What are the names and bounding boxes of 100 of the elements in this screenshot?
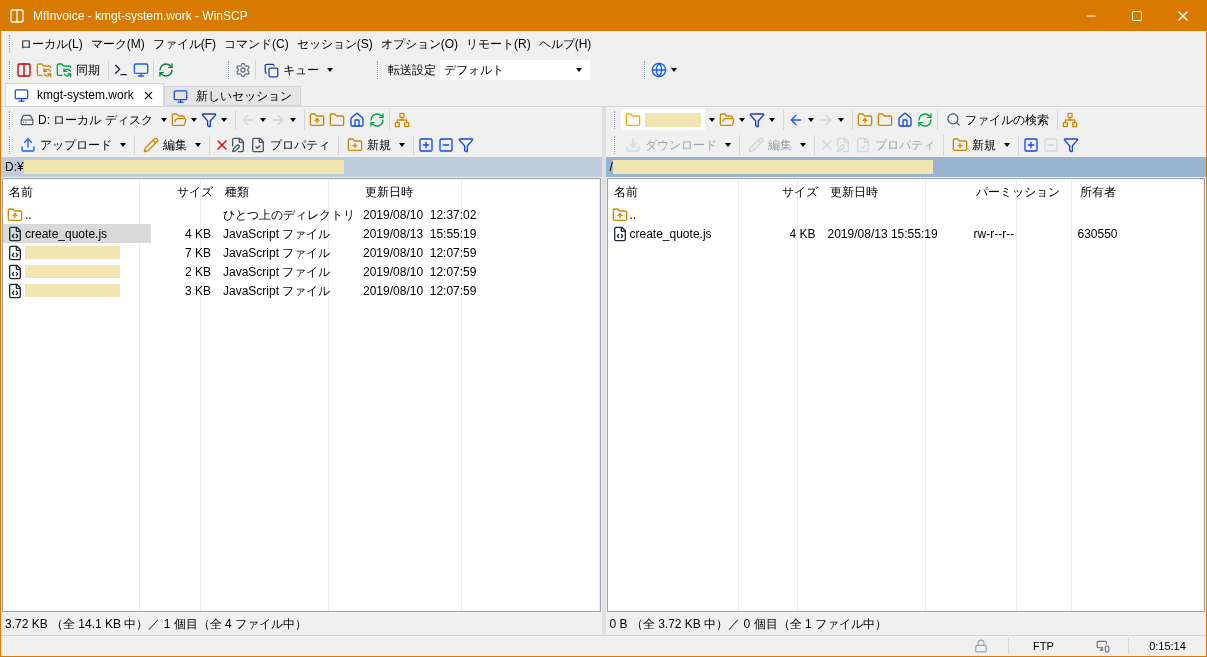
column-header[interactable]: 更新日時	[823, 183, 970, 201]
table-cell: JavaScript ファイル	[223, 283, 331, 298]
table-cell: 4 KB	[789, 226, 816, 241]
lock-icon	[974, 639, 988, 653]
table-cell: JavaScript ファイル	[223, 245, 331, 260]
menu-item[interactable]: コマンド(C)	[220, 35, 293, 53]
table-cell: 3 KB	[185, 283, 211, 298]
file-name: ..	[25, 206, 32, 224]
caret-icon	[190, 117, 197, 122]
refresh-icon[interactable]	[916, 111, 933, 128]
toolbar-button[interactable]: 編集	[139, 135, 191, 154]
folder-plus-icon[interactable]	[951, 136, 968, 153]
table-cell: ひとつ上のディレクトリ	[223, 207, 355, 222]
transfer-settings-dropdown[interactable]: デフォルト	[440, 60, 590, 80]
toolbar-button[interactable]: 新規	[343, 135, 395, 154]
copy-icon[interactable]	[264, 62, 279, 78]
toolbar-button[interactable]: プロパティ	[246, 135, 334, 154]
script-file-icon	[7, 225, 23, 242]
menu-item[interactable]: マーク(M)	[86, 35, 149, 53]
file-name-cell[interactable]: create_quote.js	[3, 224, 151, 243]
parent-folder-icon	[7, 206, 23, 223]
monitor-icon	[14, 87, 29, 103]
menu-item[interactable]: ファイル(F)	[148, 35, 220, 53]
redacted-block	[644, 112, 701, 127]
path-text: /	[609, 159, 613, 176]
column-header[interactable]: 種類	[219, 183, 359, 201]
transfer-settings-label: 転送設定	[387, 62, 437, 79]
folder-icon[interactable]	[328, 111, 345, 128]
caret-icon	[738, 117, 745, 122]
search-icon[interactable]	[945, 112, 961, 127]
column-header[interactable]: 名前	[607, 183, 758, 201]
home-icon[interactable]	[348, 111, 365, 128]
find-files-button[interactable]: ファイルの検索	[941, 110, 1053, 129]
caret-icon	[708, 117, 715, 122]
monitor-icon[interactable]	[133, 62, 149, 78]
menu-item[interactable]: リモート(R)	[462, 35, 535, 53]
table-cell: 7 KB	[185, 245, 211, 260]
file-name-cell[interactable]: ..	[607, 205, 756, 224]
minus-icon[interactable]	[438, 136, 454, 153]
location-dropdown[interactable]: D: ローカル ディスク	[16, 109, 157, 130]
file-name-cell[interactable]: create_quote.js	[607, 224, 756, 243]
folder-icon[interactable]	[876, 111, 893, 128]
queue-button[interactable]: キュー	[260, 61, 323, 79]
menu-item[interactable]: セッション(S)	[292, 35, 377, 53]
protocol-status: FTP	[1008, 637, 1078, 655]
folder-tree-icon[interactable]	[393, 111, 410, 128]
session-tab[interactable]: 新しいセッション	[163, 86, 301, 106]
script-file-icon	[7, 282, 23, 299]
pencil-icon[interactable]	[143, 136, 159, 153]
column-header[interactable]: サイズ	[757, 183, 824, 201]
caret-icon	[327, 68, 333, 72]
plus-icon[interactable]	[418, 136, 434, 153]
session-tab[interactable]: kmgt-system.work	[5, 83, 164, 106]
caret-icon	[289, 117, 296, 122]
menu-item[interactable]: オプション(O)	[376, 35, 462, 53]
home-icon[interactable]	[896, 111, 913, 128]
sync-button[interactable]: 同期	[52, 61, 104, 79]
filter-icon[interactable]	[748, 111, 765, 128]
rename-icon[interactable]	[230, 136, 246, 153]
menu-item[interactable]: ヘルプ(H)	[534, 35, 596, 53]
refresh-icon[interactable]	[158, 62, 174, 78]
open-folder-icon[interactable]	[170, 111, 187, 128]
column-header[interactable]: 所有者	[1073, 183, 1136, 201]
parent-folder-icon[interactable]	[856, 111, 873, 128]
caret-icon	[1003, 142, 1010, 147]
column-header[interactable]: パーミッション	[969, 183, 1074, 201]
file-name-cell[interactable]: ..	[3, 205, 151, 224]
file-name: create_quote.js	[629, 225, 712, 243]
refresh-icon[interactable]	[368, 111, 385, 128]
folder-sync-icon[interactable]	[36, 62, 52, 78]
folder-tree-icon[interactable]	[1061, 111, 1078, 128]
globe-icon[interactable]	[651, 62, 667, 78]
table-cell: 2019/08/10 12:07:59	[363, 283, 477, 298]
filter-icon[interactable]	[458, 136, 474, 153]
settings-icon[interactable]	[235, 62, 251, 78]
caret-icon	[807, 117, 814, 122]
upload-icon[interactable]	[20, 136, 36, 153]
folder-sync-icon[interactable]	[56, 62, 72, 78]
document-check-icon[interactable]	[250, 136, 266, 153]
parent-folder-icon	[611, 206, 628, 223]
table-cell: 2 KB	[185, 264, 211, 279]
table-cell: JavaScript ファイル	[223, 264, 331, 279]
terminal-icon[interactable]	[113, 62, 129, 78]
menu-item[interactable]: ローカル(L)	[16, 35, 87, 53]
location-dropdown[interactable]	[620, 109, 705, 130]
path-text: D:¥	[5, 159, 24, 176]
plus-icon[interactable]	[1022, 136, 1039, 153]
column-header[interactable]: 更新日時	[359, 183, 505, 201]
column-header[interactable]: サイズ	[153, 183, 219, 201]
column-header[interactable]: 名前	[3, 183, 153, 201]
filter-icon[interactable]	[200, 111, 217, 128]
caret-icon	[576, 68, 582, 72]
toolbar-button[interactable]: 新規	[947, 135, 1000, 154]
parent-folder-icon[interactable]	[308, 111, 325, 128]
toolbar-button[interactable]: アップロード	[16, 135, 116, 154]
caret-icon	[195, 142, 201, 147]
folder-plus-icon[interactable]	[347, 136, 363, 153]
filter-icon[interactable]	[1062, 136, 1079, 153]
maximize-icon[interactable]	[1131, 10, 1143, 22]
open-folder-icon[interactable]	[718, 111, 735, 128]
